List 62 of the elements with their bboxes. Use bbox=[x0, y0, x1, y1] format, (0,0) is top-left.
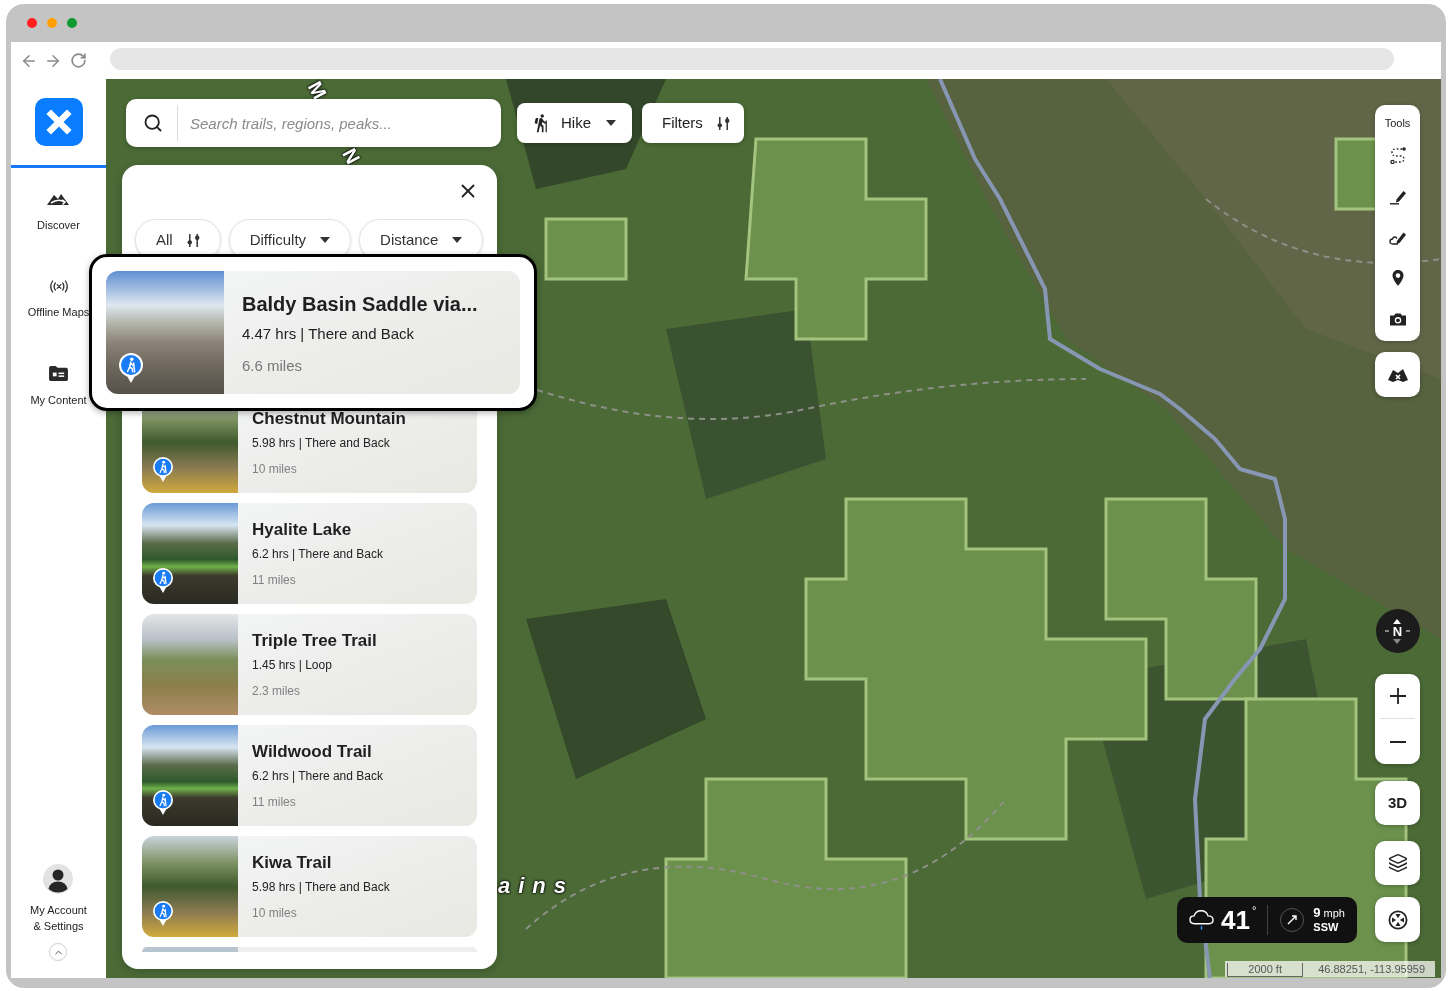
trail-distance: 10 miles bbox=[252, 905, 298, 921]
search-field[interactable]: Search trails, regions, peaks... bbox=[190, 108, 491, 138]
signal-x-icon bbox=[47, 278, 70, 294]
trail-distance: 11 miles bbox=[252, 572, 297, 588]
trail-title: Wildwood Trail bbox=[252, 742, 373, 762]
map-x-icon bbox=[1386, 366, 1409, 383]
avatar-icon bbox=[43, 864, 74, 894]
degree-symbol: ° bbox=[1251, 904, 1257, 916]
caret-icon bbox=[606, 120, 616, 126]
account-button[interactable]: My Account & Settings bbox=[30, 864, 87, 934]
trail-details: 4.47 hrs | There and Back bbox=[242, 325, 416, 343]
sidebar-item[interactable]: Discover bbox=[37, 191, 80, 232]
layers-button[interactable] bbox=[1375, 841, 1420, 885]
trail-title: Chestnut Mountain bbox=[252, 409, 407, 429]
filters-button[interactable]: Filters bbox=[642, 103, 744, 143]
compass-tick-icon bbox=[1384, 630, 1389, 632]
trail-distance: 10 miles bbox=[252, 461, 298, 477]
map-label: N bbox=[338, 144, 365, 168]
sliders-icon bbox=[716, 115, 730, 131]
caret-icon bbox=[452, 237, 463, 243]
search-icon[interactable] bbox=[143, 113, 163, 133]
trail-details: 1.45 hrs | Loop bbox=[252, 657, 333, 673]
sidebar-item[interactable]: Offline Maps bbox=[27, 278, 90, 319]
wind-direction-icon bbox=[1279, 907, 1306, 933]
sliders-icon bbox=[186, 232, 200, 248]
trail-distance: 6.6 miles bbox=[242, 357, 304, 375]
wind-speed: 9 mph bbox=[1313, 906, 1345, 920]
folder-icon bbox=[48, 364, 69, 382]
view-3d-button[interactable]: 3D bbox=[1375, 781, 1420, 825]
compass-tick-icon bbox=[1406, 630, 1411, 632]
south-arrow-icon bbox=[1393, 638, 1402, 644]
minus-icon bbox=[1389, 740, 1406, 743]
trail-details: 6.2 hrs | There and Back bbox=[252, 768, 384, 784]
reload-icon[interactable] bbox=[70, 52, 87, 69]
trail-title: Hyalite Lake bbox=[252, 520, 353, 540]
trail-title: Baldy Basin Saddle via... bbox=[242, 292, 479, 316]
cloud-rain-icon bbox=[1187, 908, 1216, 932]
coordinates: 46.88251, -113.95959 bbox=[1318, 962, 1425, 977]
trail-details: 5.98 hrs | There and Back bbox=[252, 435, 391, 451]
trail-distance: 11 miles bbox=[252, 794, 297, 810]
trail-details: 5.98 hrs | There and Back bbox=[252, 879, 391, 895]
trail-title: Kiwa Trail bbox=[252, 853, 333, 873]
scale-bar: 2000 ft bbox=[1227, 963, 1304, 977]
search-bar[interactable]: Search trails, regions, peaks... bbox=[126, 99, 501, 147]
north-arrow-icon bbox=[1393, 618, 1402, 624]
trail-distance: 2.3 miles bbox=[252, 683, 302, 699]
map-x-button[interactable] bbox=[1375, 352, 1420, 397]
temperature: 41 bbox=[1220, 905, 1250, 935]
logo-icon[interactable] bbox=[34, 98, 83, 146]
activity-button[interactable]: Hike bbox=[517, 103, 632, 143]
dotted-route-icon[interactable] bbox=[1388, 145, 1407, 164]
trail-details: 6.2 hrs | There and Back bbox=[252, 546, 384, 562]
trail-title: Triple Tree Trail bbox=[252, 631, 378, 651]
tools-label: Tools bbox=[1384, 116, 1411, 130]
recenter-button[interactable] bbox=[1375, 897, 1420, 942]
plus-icon bbox=[1389, 688, 1406, 704]
target-icon bbox=[1387, 909, 1408, 930]
wind-direction: SSW bbox=[1313, 920, 1340, 934]
sidebar-item[interactable]: My Content bbox=[30, 364, 87, 407]
caret-icon bbox=[320, 237, 331, 243]
map-label: ains bbox=[498, 875, 575, 897]
layers-icon bbox=[1387, 853, 1408, 873]
